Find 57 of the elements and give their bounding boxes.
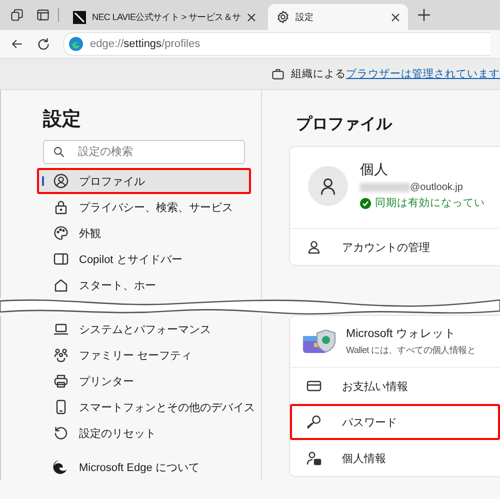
profile-email: @outlook.jp [410, 182, 463, 193]
settings-link[interactable]: アカウントの管理 [290, 229, 500, 265]
close-icon[interactable] [390, 12, 400, 22]
sidebar-icon [53, 251, 69, 267]
site-favicon-icon [73, 10, 86, 24]
sync-status: 同期は有効になってい [375, 196, 485, 210]
person-silhouette-icon [318, 176, 338, 196]
edge-logo-icon [68, 36, 84, 52]
briefcase-icon [271, 67, 285, 81]
sidebar-item[interactable]: ファミリー セーフティ [37, 342, 251, 368]
sidebar-item[interactable]: 外観 [37, 220, 251, 246]
managed-link[interactable]: ブラウザーは管理されています [346, 68, 500, 80]
laptop-icon [53, 321, 69, 337]
settings-link[interactable]: パスワード [290, 404, 500, 440]
tab-actions-icon [36, 8, 50, 22]
family-icon [53, 347, 69, 363]
address-field[interactable]: edge://settings/profiles [63, 32, 490, 56]
profile-icon [53, 173, 69, 189]
sidebar-item[interactable]: 設定のリセット [37, 420, 251, 446]
check-icon [360, 198, 371, 208]
sidebar-item[interactable]: Copilot とサイドバー [37, 246, 251, 272]
managed-notice: 組織による ブラウザーは管理されています [291, 67, 500, 81]
back-icon [10, 37, 24, 51]
close-icon[interactable] [246, 12, 256, 22]
sidebar-item[interactable]: スマートフォンとその他のデバイス [37, 394, 251, 420]
browser-tab[interactable]: NEC LAVIE公式サイト > サービス＆サ [65, 4, 264, 30]
settings-link[interactable]: 個人情報 [290, 440, 500, 476]
sidebar-item[interactable]: プリンター [37, 368, 251, 394]
new-tab-icon[interactable] [418, 9, 430, 21]
person-icon [306, 239, 322, 255]
sidebar-item[interactable]: スタート、ホー [37, 272, 251, 298]
palette-icon [53, 225, 69, 241]
printer-icon [53, 373, 69, 389]
workspaces-icon [10, 8, 24, 22]
sidebar-item[interactable]: システムとパフォーマンス [37, 316, 251, 342]
sidebar-item[interactable]: プロファイル [37, 168, 251, 194]
sidebar-item[interactable]: Microsoft Edge について [37, 454, 251, 480]
search-icon [53, 146, 65, 158]
browser-tab[interactable]: 設定 [268, 4, 408, 30]
settings-link[interactable]: お支払い情報 [290, 368, 500, 404]
profile-name: 個人 [360, 161, 389, 179]
search-field[interactable]: 設定の検索 [43, 140, 245, 164]
home-icon [53, 277, 69, 293]
page-title: 設定 [43, 108, 82, 132]
section-title: プロファイル [296, 114, 394, 135]
edge-logo-icon [53, 459, 69, 475]
contact-card-icon [306, 450, 322, 466]
sidebar-item[interactable]: プライバシー、検索、サービス [37, 194, 251, 220]
wallet-title: Microsoft ウォレット [346, 327, 457, 341]
reset-icon [53, 425, 69, 441]
wallet-description: Wallet には、すべての個人情報と [346, 344, 476, 357]
settings-icon [276, 10, 290, 24]
refresh-icon [36, 36, 51, 52]
card-icon [306, 378, 322, 394]
key-icon [306, 414, 322, 430]
blurred-text-drawing [360, 183, 410, 192]
lock-icon [53, 199, 69, 215]
